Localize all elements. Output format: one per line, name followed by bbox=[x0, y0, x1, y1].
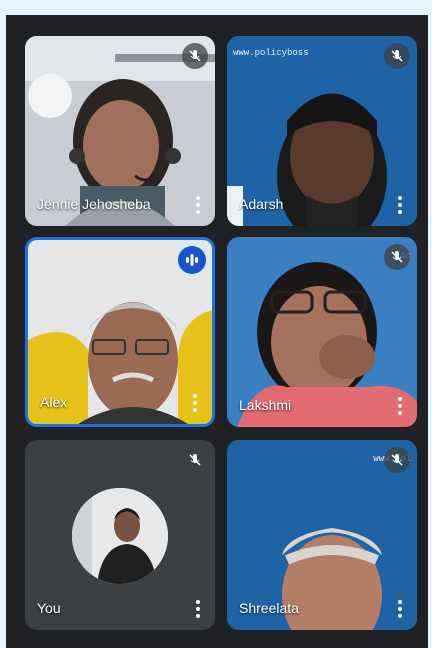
more-vert-icon[interactable] bbox=[397, 196, 403, 214]
more-vert-icon[interactable] bbox=[195, 600, 201, 618]
mic-off-icon bbox=[182, 447, 208, 473]
more-vert-icon[interactable] bbox=[192, 394, 198, 412]
mic-off-icon bbox=[182, 43, 208, 69]
participant-tile-lakshmi[interactable]: ic Lakshmi bbox=[227, 237, 417, 427]
participant-tile-alex[interactable]: Alex bbox=[25, 237, 215, 427]
more-vert-icon[interactable] bbox=[397, 397, 403, 415]
participant-name: Alex bbox=[40, 394, 68, 410]
participant-tile-jennie[interactable]: Jennie Jehosheba bbox=[25, 36, 215, 226]
mic-off-icon bbox=[384, 447, 410, 473]
more-vert-icon[interactable] bbox=[397, 600, 403, 618]
participant-name: Shreelata bbox=[239, 600, 299, 616]
avatar bbox=[72, 488, 168, 584]
mic-off-icon bbox=[384, 244, 410, 270]
meeting-grid: Jennie Jehosheba www.policyboss Adarsh A… bbox=[6, 15, 428, 648]
participant-name: Adarsh bbox=[239, 196, 284, 212]
participant-name: Jennie Jehosheba bbox=[37, 196, 151, 212]
mic-off-icon bbox=[384, 43, 410, 69]
participant-tile-adarsh[interactable]: www.policyboss Adarsh bbox=[227, 36, 417, 226]
participant-tile-shreelata[interactable]: www.pol Shreelata bbox=[227, 440, 417, 630]
participant-name: You bbox=[37, 600, 61, 616]
participant-tile-you[interactable]: You bbox=[25, 440, 215, 630]
more-vert-icon[interactable] bbox=[195, 196, 201, 214]
audio-wave-icon bbox=[178, 246, 206, 274]
participant-name: Lakshmi bbox=[239, 397, 292, 413]
watermark-text: www.policyboss bbox=[233, 48, 309, 58]
